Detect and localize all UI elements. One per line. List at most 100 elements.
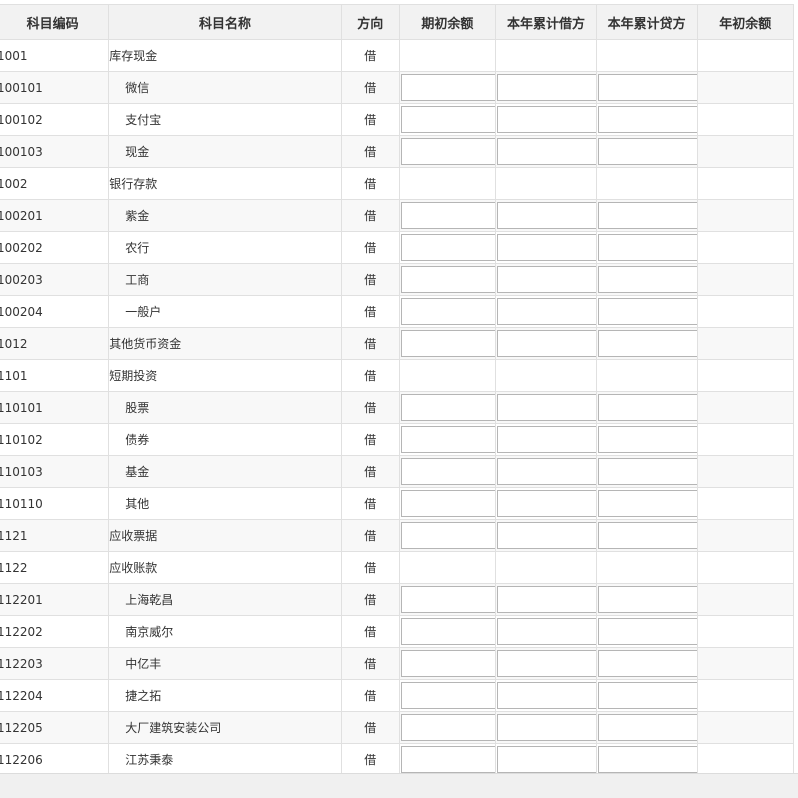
- ytd-debit-cell[interactable]: [495, 199, 597, 232]
- ytd-debit-cell[interactable]: [495, 391, 597, 424]
- ytd-credit-cell[interactable]: [595, 71, 698, 104]
- opening-balance-cell[interactable]: [398, 263, 497, 296]
- ytd-credit-cell[interactable]: [595, 423, 698, 456]
- opening-balance-cell[interactable]: [398, 679, 497, 712]
- opening-balance-cell[interactable]: [398, 423, 497, 456]
- ytd-credit-input[interactable]: [597, 522, 697, 549]
- ytd-debit-cell[interactable]: [495, 71, 597, 104]
- ytd-credit-cell[interactable]: [595, 647, 698, 680]
- opening-balance-cell[interactable]: [398, 199, 497, 232]
- ytd-credit-input[interactable]: [597, 490, 697, 517]
- col-header-ytd-credit[interactable]: 本年累计贷方: [595, 4, 698, 40]
- table-row[interactable]: 100102 支付宝借: [0, 103, 795, 136]
- ytd-credit-cell[interactable]: [595, 519, 698, 552]
- ytd-debit-input[interactable]: [497, 618, 596, 645]
- ytd-credit-input[interactable]: [597, 138, 697, 165]
- ytd-credit-cell[interactable]: [595, 615, 698, 648]
- ytd-credit-input[interactable]: [597, 74, 697, 101]
- ytd-debit-cell[interactable]: [495, 295, 597, 328]
- ytd-credit-input[interactable]: [597, 714, 697, 741]
- ytd-credit-cell[interactable]: [595, 263, 698, 296]
- ytd-credit-cell[interactable]: [595, 487, 698, 520]
- ytd-credit-cell[interactable]: [595, 743, 698, 773]
- opening-balance-cell[interactable]: [398, 71, 497, 104]
- opening-balance-input[interactable]: [400, 426, 495, 453]
- ytd-credit-cell[interactable]: [595, 103, 698, 136]
- ytd-credit-input[interactable]: [597, 618, 697, 645]
- col-header-name[interactable]: 科目名称: [108, 4, 342, 40]
- ytd-credit-input[interactable]: [597, 234, 697, 261]
- opening-balance-cell[interactable]: [398, 295, 497, 328]
- opening-balance-cell[interactable]: [398, 327, 497, 360]
- ytd-debit-input[interactable]: [497, 74, 596, 101]
- opening-balance-input[interactable]: [400, 74, 495, 101]
- ytd-credit-cell[interactable]: [595, 583, 698, 616]
- ytd-debit-cell[interactable]: [495, 263, 597, 296]
- ytd-debit-cell[interactable]: [495, 103, 597, 136]
- opening-balance-cell[interactable]: [398, 743, 497, 773]
- opening-balance-input[interactable]: [400, 746, 495, 773]
- ytd-debit-input[interactable]: [497, 714, 596, 741]
- opening-balance-input[interactable]: [400, 458, 495, 485]
- ytd-credit-input[interactable]: [597, 426, 697, 453]
- opening-balance-cell[interactable]: [398, 647, 497, 680]
- ytd-debit-input[interactable]: [497, 426, 596, 453]
- ytd-debit-input[interactable]: [497, 746, 596, 773]
- ytd-debit-cell[interactable]: [495, 743, 597, 773]
- ytd-debit-input[interactable]: [497, 202, 596, 229]
- ytd-debit-input[interactable]: [497, 682, 596, 709]
- opening-balance-cell[interactable]: [398, 103, 497, 136]
- col-header-ytd-debit[interactable]: 本年累计借方: [495, 4, 597, 40]
- ytd-debit-input[interactable]: [497, 650, 596, 677]
- ytd-credit-input[interactable]: [597, 682, 697, 709]
- table-row[interactable]: 110103 基金借: [0, 455, 795, 488]
- ytd-credit-cell[interactable]: [595, 391, 698, 424]
- ytd-debit-cell[interactable]: [495, 327, 597, 360]
- table-row[interactable]: 100203 工商借: [0, 263, 795, 296]
- ytd-credit-cell[interactable]: [595, 679, 698, 712]
- horizontal-scrollbar[interactable]: [0, 773, 798, 798]
- opening-balance-cell[interactable]: [398, 615, 497, 648]
- opening-balance-input[interactable]: [400, 522, 495, 549]
- ytd-credit-input[interactable]: [597, 266, 697, 293]
- table-row[interactable]: 100201 紫金借: [0, 199, 795, 232]
- ytd-debit-cell[interactable]: [495, 231, 597, 264]
- ytd-debit-cell[interactable]: [495, 583, 597, 616]
- ytd-credit-input[interactable]: [597, 202, 697, 229]
- ytd-credit-input[interactable]: [597, 650, 697, 677]
- table-row[interactable]: 100202 农行借: [0, 231, 795, 264]
- ytd-credit-input[interactable]: [597, 298, 697, 325]
- opening-balance-input[interactable]: [400, 394, 495, 421]
- col-header-year-start-balance[interactable]: 年初余额: [696, 4, 795, 40]
- table-row[interactable]: 100204 一般户借: [0, 295, 795, 328]
- opening-balance-input[interactable]: [400, 714, 495, 741]
- table-row[interactable]: 112206 江苏秉泰借: [0, 743, 795, 773]
- ytd-debit-cell[interactable]: [495, 647, 597, 680]
- ytd-debit-input[interactable]: [497, 138, 596, 165]
- table-row[interactable]: 1001 库存现金借: [0, 39, 795, 72]
- opening-balance-cell[interactable]: [398, 583, 497, 616]
- opening-balance-input[interactable]: [400, 138, 495, 165]
- table-row[interactable]: 1122 应收账款借: [0, 551, 795, 584]
- ytd-credit-cell[interactable]: [595, 327, 698, 360]
- opening-balance-cell[interactable]: [398, 455, 497, 488]
- table-row[interactable]: 1121 应收票据借: [0, 519, 795, 552]
- ytd-debit-input[interactable]: [497, 586, 596, 613]
- col-header-code[interactable]: 科目编码: [0, 4, 110, 40]
- table-row[interactable]: 110110 其他借: [0, 487, 795, 520]
- opening-balance-input[interactable]: [400, 298, 495, 325]
- ytd-credit-input[interactable]: [597, 330, 697, 357]
- ytd-debit-cell[interactable]: [495, 455, 597, 488]
- table-row[interactable]: 112201 上海乾昌借: [0, 583, 795, 616]
- opening-balance-cell[interactable]: [398, 135, 497, 168]
- ytd-debit-input[interactable]: [497, 394, 596, 421]
- opening-balance-input[interactable]: [400, 650, 495, 677]
- table-row[interactable]: 1002 银行存款借: [0, 167, 795, 200]
- table-row[interactable]: 112205 大厂建筑安装公司借: [0, 711, 795, 744]
- opening-balance-cell[interactable]: [398, 711, 497, 744]
- opening-balance-input[interactable]: [400, 682, 495, 709]
- ytd-debit-cell[interactable]: [495, 487, 597, 520]
- opening-balance-cell[interactable]: [398, 487, 497, 520]
- opening-balance-input[interactable]: [400, 490, 495, 517]
- ytd-debit-input[interactable]: [497, 106, 596, 133]
